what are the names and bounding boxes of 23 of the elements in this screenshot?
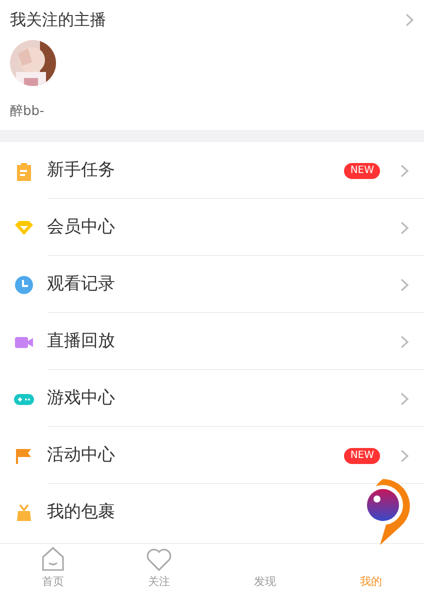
section-title: 我关注的主播 xyxy=(10,9,106,31)
menu-item[interactable]: 观看记录 xyxy=(47,272,115,298)
chevron-icon xyxy=(400,220,409,234)
menu-item[interactable]: 游戏中心 xyxy=(47,386,115,412)
new-badge: NEW xyxy=(344,162,380,178)
chevron-icon xyxy=(405,13,414,27)
clock-icon xyxy=(14,274,34,294)
chevron-icon xyxy=(400,334,409,348)
menu-item[interactable]: 会员中心 xyxy=(47,214,115,240)
chevron-icon xyxy=(400,278,409,292)
menu-item[interactable]: 我的包裹 xyxy=(47,500,115,526)
clipboard-icon xyxy=(14,160,34,180)
anchor-name: 醉bb- xyxy=(10,103,44,121)
heart-icon xyxy=(146,548,172,572)
menu-item[interactable]: 直播回放 xyxy=(47,328,115,354)
menu-item[interactable]: 新手任务 xyxy=(47,158,115,184)
gift-icon xyxy=(14,502,34,522)
new-badge: NEW xyxy=(344,448,380,464)
chevron-icon xyxy=(400,392,409,406)
chevron-icon xyxy=(400,448,409,462)
chevron-icon xyxy=(400,164,409,178)
menu-item[interactable]: 活动中心 xyxy=(47,442,115,468)
home-icon xyxy=(41,546,65,572)
